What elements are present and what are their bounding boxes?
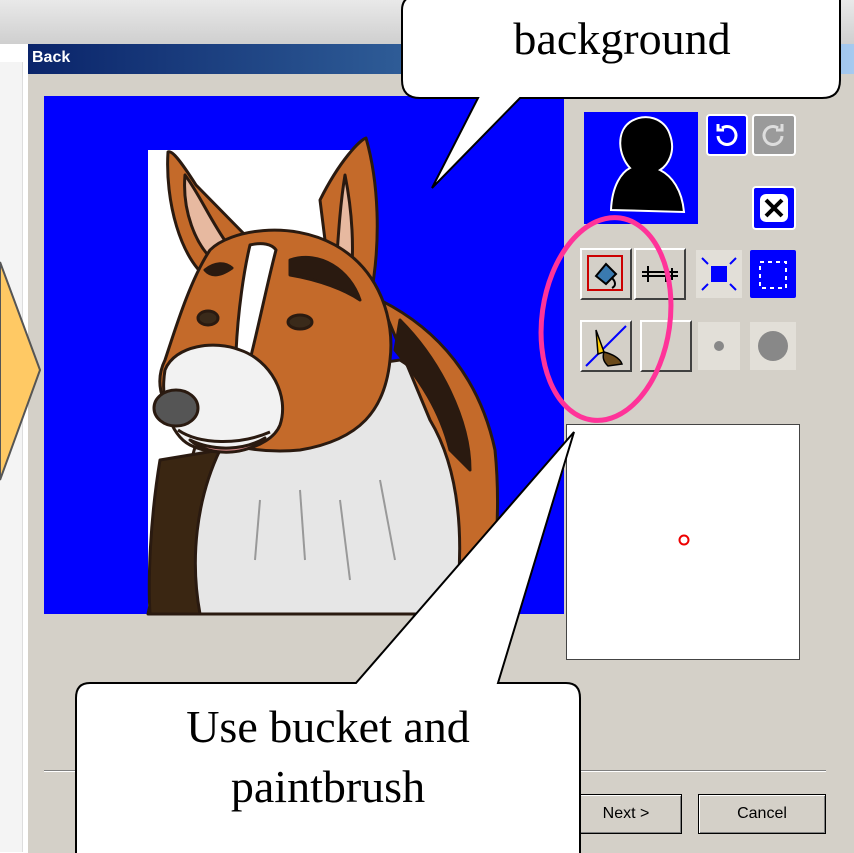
tools-highlight-ellipse: [538, 215, 674, 423]
bottom-callout-line1: Use bucket and: [186, 701, 470, 752]
bottom-callout-line2: paintbrush: [230, 761, 426, 812]
top-callout-text: background: [513, 13, 731, 64]
